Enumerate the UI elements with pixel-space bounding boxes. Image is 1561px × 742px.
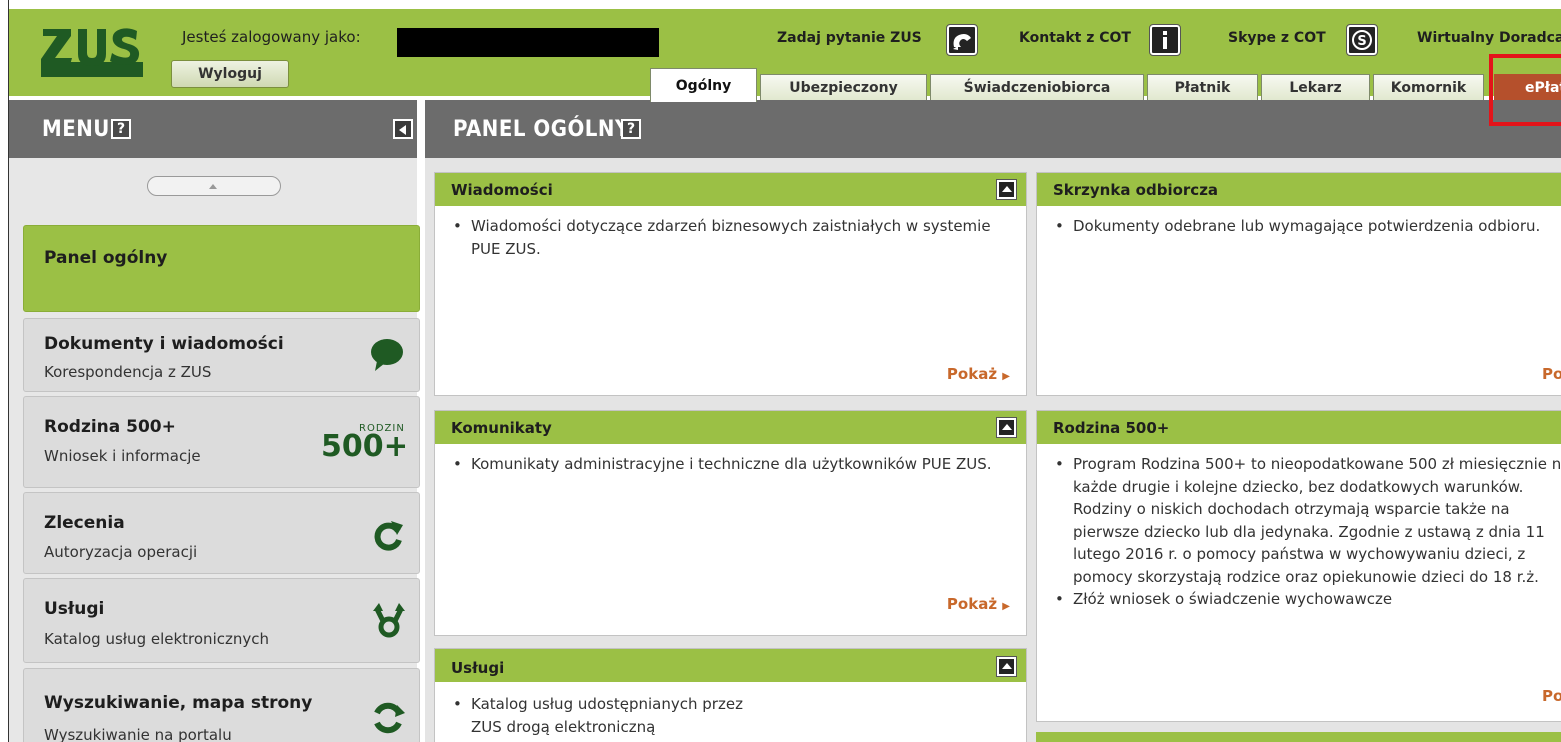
box-header: Skrzynka odbiorcza — [1037, 173, 1561, 206]
panel-title: PANEL OGÓLNY — [453, 117, 630, 142]
collapse-box-icon[interactable] — [996, 656, 1017, 677]
tab-lekarz[interactable]: Lekarz — [1261, 74, 1370, 100]
box-komunikaty: Komunikaty Komunikaty administracyjne i … — [434, 410, 1027, 636]
contact-cot-link[interactable]: Kontakt z COT — [1019, 30, 1131, 46]
logout-button[interactable]: Wyloguj — [171, 60, 289, 88]
menu-item-zlecenia[interactable]: Zlecenia Autoryzacja operacji — [23, 492, 420, 574]
tab-swiadczeniobiorca[interactable]: Świadczeniobiorca — [930, 74, 1144, 100]
menu-item-title: Usługi — [44, 599, 105, 619]
ask-zus-link[interactable]: Zadaj pytanie ZUS — [777, 30, 922, 46]
menu-item-wyszukiwanie[interactable]: Wyszukiwanie, mapa strony Wyszukiwanie n… — [23, 668, 420, 742]
menu-item-subtitle: Katalog usług elektronicznych — [44, 630, 269, 648]
redacted-username — [397, 28, 659, 57]
box-bullet: Komunikaty administracyjne i techniczne … — [451, 453, 1006, 476]
box-header: Usługi — [435, 649, 1026, 682]
box-bullet: Wiadomości dotyczące zdarzeń biznesowych… — [451, 215, 1002, 260]
box-bullet: Katalog usług udostępnianych przez ZUS d… — [451, 693, 776, 738]
menu-item-subtitle: Wyszukiwanie na portalu — [44, 726, 232, 742]
box-content: Program Rodzina 500+ to nieopodatkowane … — [1053, 453, 1561, 611]
box-content: Komunikaty administracyjne i techniczne … — [451, 453, 1006, 476]
zus-logo[interactable] — [41, 25, 143, 79]
logged-in-label: Jesteś zalogowany jako: — [182, 28, 361, 46]
menu-item-title: Dokumenty i wiadomości — [44, 334, 284, 354]
box-skrzynka: Skrzynka odbiorcza Dokumenty odebrane lu… — [1036, 172, 1561, 396]
box-title: Komunikaty — [451, 419, 552, 437]
show-label: Pokaż — [1542, 365, 1561, 383]
menu-title: MENU — [42, 117, 110, 142]
box-title: Rodzina 500+ — [1053, 419, 1170, 437]
collapse-menu-icon[interactable] — [393, 119, 413, 139]
menu-item-subtitle: Wniosek i informacje — [44, 447, 201, 465]
menu-item-uslugi[interactable]: Usługi Katalog usług elektronicznych — [23, 578, 420, 663]
virtual-advisor-link[interactable]: Wirtualny Doradca — [1417, 30, 1561, 46]
panel-body: Wiadomości Wiadomości dotyczące zdarzeń … — [425, 158, 1561, 742]
highlight-box — [1489, 54, 1561, 126]
box-wiadomosci: Wiadomości Wiadomości dotyczące zdarzeń … — [434, 172, 1027, 396]
top-border — [8, 0, 1561, 9]
tab-ogolny[interactable]: Ogólny — [650, 68, 757, 102]
show-link[interactable]: Pokaż — [1542, 365, 1561, 383]
skype-cot-link[interactable]: Skype z COT — [1228, 30, 1326, 46]
box-title: Usługi — [451, 659, 505, 677]
refresh-icon — [374, 521, 403, 551]
branch-icon — [373, 603, 405, 638]
menu-item-subtitle: Korespondencja z ZUS — [44, 363, 212, 381]
menu-item-rodzina[interactable]: Rodzina 500+ Wniosek i informacje RODZIN… — [23, 396, 420, 488]
box-header: Wiadomości — [435, 173, 1026, 206]
side-menu: Panel ogólny Dokumenty i wiadomości Kore… — [9, 158, 420, 742]
menu-item-title: Wyszukiwanie, mapa strony — [44, 693, 313, 713]
box-uslugi: Usługi Katalog usług udostępnianych prze… — [434, 648, 1027, 742]
box-rodzina: Rodzina 500+ Program Rodzina 500+ to nie… — [1036, 410, 1561, 722]
box-title: Skrzynka odbiorcza — [1053, 181, 1219, 199]
speech-bubble-icon — [371, 339, 403, 371]
collapse-box-icon[interactable] — [996, 417, 1017, 438]
box-header: Komunikaty — [435, 411, 1026, 444]
box-bullet: Dokumenty odebrane lub wymagające potwie… — [1053, 215, 1557, 238]
info-icon[interactable] — [1149, 24, 1181, 56]
tab-komornik[interactable]: Komornik — [1373, 74, 1484, 100]
search-cycle-icon — [374, 702, 405, 734]
menu-item-panel-ogolny[interactable]: Panel ogólny — [23, 225, 420, 312]
rodzina-500-logo: RODZINA 500+ — [321, 423, 405, 459]
menu-item-title: Rodzina 500+ — [44, 417, 176, 437]
left-border — [0, 0, 9, 742]
box-next-header — [1036, 732, 1561, 742]
show-link[interactable]: Pokaż ▶ — [947, 595, 1010, 613]
menu-item-dokumenty[interactable]: Dokumenty i wiadomości Korespondencja z … — [23, 318, 420, 392]
collapse-box-icon[interactable] — [996, 179, 1017, 200]
menu-item-subtitle: Autoryzacja operacji — [44, 543, 198, 561]
skype-icon[interactable]: S — [1346, 24, 1378, 56]
show-link[interactable]: Pokaż — [1542, 687, 1561, 705]
rodzina-logo-big-text: 500+ — [321, 429, 405, 459]
show-label: Pokaż — [1542, 687, 1561, 705]
box-bullet-link[interactable]: Złóż wniosek o świadczenie wychowawcze — [1053, 588, 1561, 611]
panel-help-icon[interactable]: ? — [621, 119, 641, 139]
show-link[interactable]: Pokaż ▶ — [947, 365, 1010, 383]
tab-platnik[interactable]: Płatnik — [1147, 74, 1258, 100]
box-content: Dokumenty odebrane lub wymagające potwie… — [1053, 215, 1557, 238]
menu-help-icon[interactable]: ? — [111, 119, 131, 139]
show-label: Pokaż — [946, 365, 998, 383]
panel-header: PANEL OGÓLNY ? — [425, 100, 1561, 158]
tab-ubezpieczony[interactable]: Ubezpieczony — [760, 74, 927, 100]
menu-item-title: Panel ogólny — [44, 248, 168, 268]
box-content: Wiadomości dotyczące zdarzeń biznesowych… — [451, 215, 1002, 260]
box-title: Wiadomości — [451, 181, 553, 199]
menu-scroll-up-button[interactable] — [147, 176, 281, 196]
menu-header: MENU ? — [9, 100, 417, 158]
chat-icon[interactable] — [946, 24, 978, 56]
box-bullet: Program Rodzina 500+ to nieopodatkowane … — [1053, 453, 1561, 588]
menu-item-title: Zlecenia — [44, 513, 125, 533]
box-content: Katalog usług udostępnianych przez ZUS d… — [451, 693, 776, 738]
show-label: Pokaż — [946, 595, 998, 613]
box-header: Rodzina 500+ — [1037, 411, 1561, 444]
svg-text:S: S — [1357, 34, 1366, 49]
